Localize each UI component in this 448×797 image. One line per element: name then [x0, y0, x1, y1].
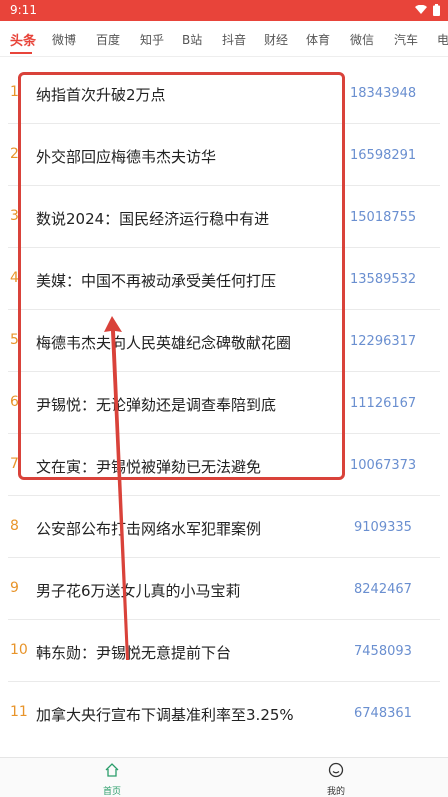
tab-sports[interactable]: 体育 — [306, 31, 330, 48]
item-title: 男子花6万送女儿真的小马宝莉 — [36, 582, 241, 600]
status-time: 9:11 — [10, 3, 37, 17]
tab-wechat[interactable]: 微信 — [350, 31, 374, 48]
item-title: 美媒：中国不再被动承受美任何打压 — [36, 272, 277, 290]
home-icon — [105, 763, 119, 777]
item-title: 数说2024：国民经济运行稳中有进 — [36, 210, 270, 228]
rank-number: 1 — [10, 84, 19, 100]
heat-count: 15018755 — [350, 210, 417, 225]
heat-count: 10067373 — [350, 458, 417, 473]
heat-count: 8242467 — [354, 582, 412, 597]
rank-number: 3 — [10, 208, 19, 224]
list-item[interactable]: 10 韩东勋：尹锡悦无意提前下台 7458093 — [0, 620, 448, 682]
active-tab-indicator — [10, 52, 32, 54]
rank-number: 6 — [10, 394, 19, 410]
list-item[interactable]: 5 梅德韦杰夫向人民英雄纪念碑敬献花圈 12296317 — [0, 310, 448, 372]
nav-home[interactable]: 首页 — [82, 762, 142, 797]
status-icons — [415, 4, 440, 16]
heat-count: 11126167 — [350, 396, 417, 411]
rank-number: 8 — [10, 518, 19, 534]
tab-baidu[interactable]: 百度 — [96, 31, 120, 48]
bottom-navigation: 首页 我的 — [0, 757, 448, 797]
item-title: 加拿大央行宣布下调基准利率至3.25% — [36, 706, 294, 724]
list-item[interactable]: 6 尹锡悦：无论弹劾还是调查奉陪到底 11126167 — [0, 372, 448, 434]
list-item[interactable]: 1 纳指首次升破2万点 18343948 — [0, 62, 448, 124]
rank-number: 10 — [10, 642, 28, 658]
heat-count: 6748361 — [354, 706, 412, 721]
heat-count: 7458093 — [354, 644, 412, 659]
nav-mine[interactable]: 我的 — [306, 762, 366, 797]
item-title: 纳指首次升破2万点 — [36, 86, 166, 104]
heat-count: 13589532 — [350, 272, 417, 287]
tab-finance[interactable]: 财经 — [264, 31, 288, 48]
list-item[interactable]: 7 文在寅：尹锡悦被弹劾已无法避免 10067373 — [0, 434, 448, 496]
tab-weibo[interactable]: 微博 — [52, 31, 76, 48]
item-title: 尹锡悦：无论弹劾还是调查奉陪到底 — [36, 396, 277, 414]
heat-count: 16598291 — [350, 148, 417, 163]
item-title: 文在寅：尹锡悦被弹劾已无法避免 — [36, 458, 262, 476]
tab-auto[interactable]: 汽车 — [394, 31, 418, 48]
status-bar: 9:11 — [0, 0, 448, 21]
category-tabs: 头条 微博 百度 知乎 B站 抖音 财经 体育 微信 汽车 电 — [0, 21, 448, 57]
nav-home-label: 首页 — [102, 787, 121, 797]
battery-icon — [433, 4, 440, 16]
tab-douyin[interactable]: 抖音 — [222, 31, 246, 48]
heat-count: 9109335 — [354, 520, 412, 535]
tab-headlines[interactable]: 头条 — [10, 30, 36, 49]
heat-count: 12296317 — [350, 334, 417, 349]
list-item[interactable]: 9 男子花6万送女儿真的小马宝莉 8242467 — [0, 558, 448, 620]
heat-count: 18343948 — [350, 86, 417, 101]
item-title: 外交部回应梅德韦杰夫访华 — [36, 148, 217, 166]
tab-zhihu[interactable]: 知乎 — [140, 31, 164, 48]
list-item[interactable]: 2 外交部回应梅德韦杰夫访华 16598291 — [0, 124, 448, 186]
rank-number: 2 — [10, 146, 19, 162]
list-item[interactable]: 3 数说2024：国民经济运行稳中有进 15018755 — [0, 186, 448, 248]
rank-number: 5 — [10, 332, 19, 348]
rank-number: 9 — [10, 580, 19, 596]
list-item[interactable]: 8 公安部公布打击网络水军犯罪案例 9109335 — [0, 496, 448, 558]
profile-icon — [328, 762, 344, 778]
rank-number: 7 — [10, 456, 19, 472]
item-title: 韩东勋：尹锡悦无意提前下台 — [36, 644, 232, 662]
rank-number: 11 — [10, 704, 28, 720]
rank-number: 4 — [10, 270, 19, 286]
item-title: 梅德韦杰夫向人民英雄纪念碑敬献花圈 — [36, 334, 292, 352]
list-item[interactable]: 11 加拿大央行宣布下调基准利率至3.25% 6748361 — [0, 682, 448, 744]
item-title: 公安部公布打击网络水军犯罪案例 — [36, 520, 262, 538]
tab-more[interactable]: 电 — [437, 31, 448, 48]
tab-bilibili[interactable]: B站 — [182, 31, 202, 48]
wifi-icon — [415, 5, 427, 14]
list-item[interactable]: 4 美媒：中国不再被动承受美任何打压 13589532 — [0, 248, 448, 310]
nav-mine-label: 我的 — [326, 787, 345, 797]
